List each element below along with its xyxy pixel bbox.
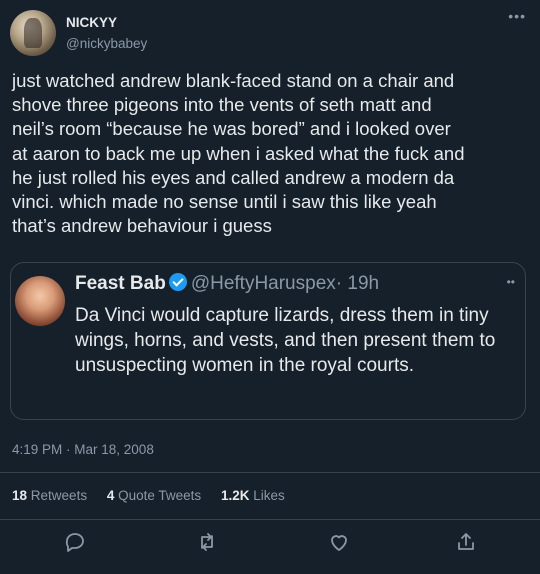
reply-icon[interactable]: [63, 530, 89, 556]
more-dots-icon[interactable]: •••: [508, 8, 526, 24]
divider: [0, 519, 540, 520]
tweet-text: just watched andrew blank-faced stand on…: [12, 70, 465, 237]
avatar[interactable]: [10, 10, 56, 56]
like-icon[interactable]: [327, 530, 353, 556]
display-name[interactable]: NICKYY: [66, 15, 117, 30]
retweet-icon[interactable]: [195, 530, 221, 556]
quote-author-name: Feast Bab: [75, 273, 166, 294]
quote-author-handle: @HeftyHaruspex: [190, 273, 336, 294]
quote-tweet-card[interactable]: Feast Bab @HeftyHaruspex· 19h •• Da Vinci…: [10, 262, 526, 420]
retweets-count: 18: [12, 488, 28, 503]
likes-stat[interactable]: 1.2K Likes: [221, 488, 285, 503]
likes-count: 1.2K: [220, 488, 250, 503]
quote-time: · 19h: [335, 273, 380, 294]
handle[interactable]: @nickybabey: [66, 36, 147, 51]
quote-avatar[interactable]: [15, 276, 65, 326]
quote-header: Feast Bab @HeftyHaruspex· 19h: [75, 273, 379, 295]
quotes-stat[interactable]: 4 Quote Tweets: [107, 488, 201, 503]
likes-label: Likes: [253, 488, 285, 503]
divider: [0, 472, 540, 473]
retweets-label: Retweets: [30, 488, 88, 503]
timestamp[interactable]: 4:19 PM · Mar 18, 2008: [12, 442, 154, 457]
verified-badge-icon: [168, 273, 187, 291]
retweets-stat[interactable]: 18 Retweets: [12, 488, 87, 503]
quotes-label: Quote Tweets: [118, 488, 202, 503]
share-icon[interactable]: [454, 530, 480, 556]
quotes-count: 4: [106, 488, 115, 503]
quote-text: Da Vinci would capture lizards, dress th…: [75, 305, 496, 376]
quote-more-dots-icon[interactable]: ••: [507, 275, 515, 289]
action-bar: [0, 525, 540, 561]
engagement-stats: 18 Retweets 4 Quote Tweets 1.2K Likes: [12, 488, 301, 503]
